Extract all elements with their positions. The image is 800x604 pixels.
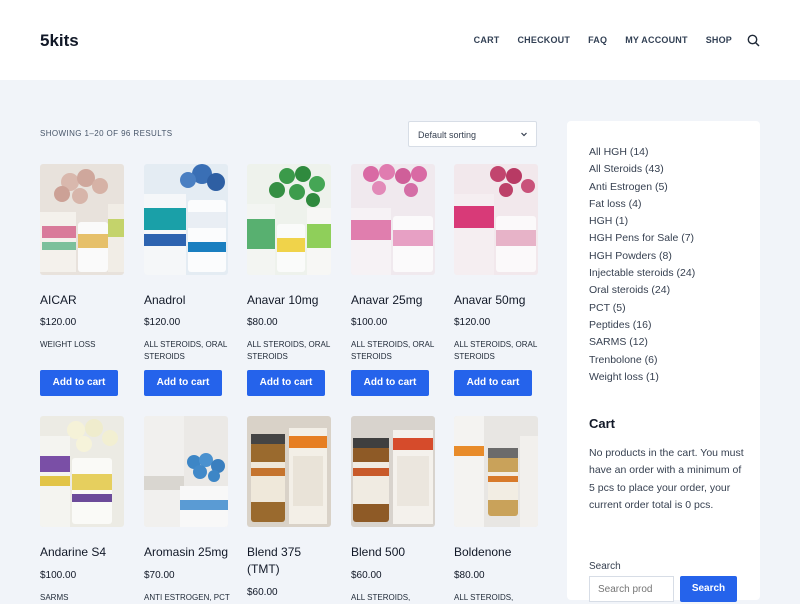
product-card: AICAR $120.00 WEIGHT LOSS Add to cart [40,164,124,396]
search-icon[interactable] [746,33,760,47]
sort-selected-value: Default sorting [418,130,477,140]
product-name[interactable]: Blend 375 (TMT) [247,544,337,578]
product-price: $120.00 [144,317,181,328]
product-price: $100.00 [351,317,388,328]
nav-checkout[interactable]: CHECKOUT [517,35,570,45]
product-image[interactable] [454,416,538,527]
category-link[interactable]: All HGH (14) [589,144,695,161]
category-link[interactable]: PCT (5) [589,300,695,317]
category-link[interactable]: HGH (1) [589,213,695,230]
category-link[interactable]: Peptides (16) [589,317,695,334]
category-link[interactable]: Weight loss (1) [589,369,695,386]
site-header: 5kits CART CHECKOUT FAQ MY ACCOUNT SHOP [0,0,800,80]
product-card: Blend 500 $60.00 ALL STEROIDS, [351,416,435,602]
sidebar: All HGH (14) All Steroids (43) Anti Estr… [567,121,760,602]
chevron-down-icon [520,130,528,140]
product-categories: SARMS [40,593,69,602]
product-name[interactable]: Boldenone [454,544,544,561]
product-price: $70.00 [144,570,175,581]
add-to-cart-button[interactable]: Add to cart [40,370,118,396]
product-image[interactable] [144,164,228,275]
product-price: $80.00 [454,570,485,581]
category-link[interactable]: Anti Estrogen (5) [589,179,695,196]
product-name[interactable]: Anavar 10mg [247,292,337,309]
product-categories: ALL STEROIDS, ORAL STEROIDS [351,340,434,361]
product-categories: ALL STEROIDS, ORAL STEROIDS [144,340,227,361]
product-categories: ALL STEROIDS, [454,593,514,602]
nav-shop[interactable]: SHOP [706,35,732,45]
product-name[interactable]: AICAR [40,292,130,309]
category-link[interactable]: HGH Powders (8) [589,248,695,265]
category-link[interactable]: Fat loss (4) [589,196,695,213]
add-to-cart-button[interactable]: Add to cart [454,370,532,396]
search-input[interactable] [589,576,674,602]
product-price: $80.00 [247,317,278,328]
category-link[interactable]: Injectable steroids (24) [589,265,695,282]
search-label: Search [589,561,621,572]
add-to-cart-button[interactable]: Add to cart [247,370,325,396]
cart-widget-message: No products in the cart. You must have a… [589,447,744,512]
product-name[interactable]: Andarine S4 [40,544,130,561]
main-nav: CART CHECKOUT FAQ MY ACCOUNT SHOP [456,33,760,47]
search-button[interactable]: Search [680,576,737,602]
add-to-cart-button[interactable]: Add to cart [351,370,429,396]
product-image[interactable] [351,164,435,275]
product-image[interactable] [40,416,124,527]
category-link[interactable]: HGH Pens for Sale (7) [589,230,695,247]
product-image[interactable] [247,164,331,275]
product-image[interactable] [40,164,124,275]
product-price: $120.00 [454,317,491,328]
product-card: Aromasin 25mg $70.00 ANTI ESTROGEN, PCT [144,416,230,602]
product-image[interactable] [144,416,228,527]
cart-widget-title: Cart [589,416,616,431]
add-to-cart-button[interactable]: Add to cart [144,370,222,396]
category-list: All HGH (14) All Steroids (43) Anti Estr… [589,144,695,386]
product-price: $60.00 [351,570,382,581]
product-categories: ALL STEROIDS, ORAL STEROIDS [247,340,330,361]
product-name[interactable]: Anavar 25mg [351,292,441,309]
product-price: $100.00 [40,570,77,581]
product-image[interactable] [454,164,538,275]
product-card: Andarine S4 $100.00 SARMS [40,416,124,602]
product-card: Anavar 10mg $80.00 ALL STEROIDS, ORAL ST… [247,164,331,396]
nav-my-account[interactable]: MY ACCOUNT [625,35,688,45]
product-name[interactable]: Anavar 50mg [454,292,544,309]
product-card: Anadrol $120.00 ALL STEROIDS, ORAL STERO… [144,164,228,396]
site-logo[interactable]: 5kits [40,31,79,51]
product-image[interactable] [351,416,435,527]
product-price: $120.00 [40,317,77,328]
category-link[interactable]: Oral steroids (24) [589,282,695,299]
category-link[interactable]: All Steroids (43) [589,161,695,178]
product-name[interactable]: Anadrol [144,292,234,309]
nav-faq[interactable]: FAQ [588,35,607,45]
category-link[interactable]: SARMS (12) [589,334,695,351]
nav-cart[interactable]: CART [474,35,500,45]
product-card: Boldenone $80.00 ALL STEROIDS, [454,416,538,602]
product-card: Blend 375 (TMT) $60.00 [247,416,331,598]
sort-select[interactable]: Default sorting [408,121,537,147]
category-link[interactable]: Trenbolone (6) [589,352,695,369]
product-image[interactable] [247,416,331,527]
product-categories: ALL STEROIDS, ORAL STEROIDS [454,340,537,361]
product-card: Anavar 50mg $120.00 ALL STEROIDS, ORAL S… [454,164,538,396]
product-price: $60.00 [247,587,278,598]
product-categories: ANTI ESTROGEN, PCT [144,593,230,602]
product-categories: WEIGHT LOSS [40,340,96,349]
product-name[interactable]: Aromasin 25mg [144,544,234,561]
product-categories: ALL STEROIDS, [351,593,411,602]
product-name[interactable]: Blend 500 [351,544,441,561]
product-card: Anavar 25mg $100.00 ALL STEROIDS, ORAL S… [351,164,435,396]
result-count: SHOWING 1–20 OF 96 RESULTS [40,129,173,138]
